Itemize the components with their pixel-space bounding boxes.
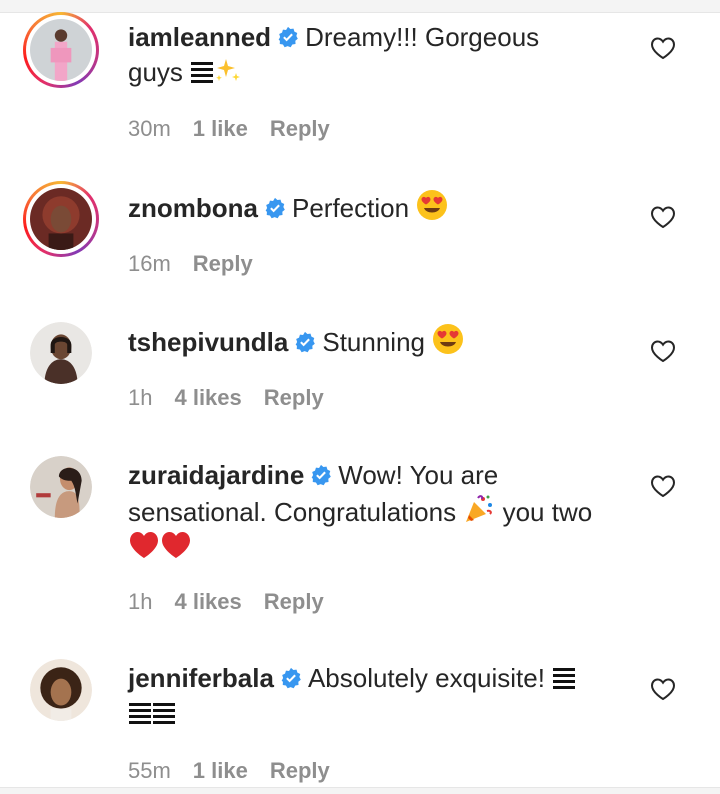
comment-username[interactable]: tshepivundla	[128, 327, 288, 357]
comment-meta: 16m Reply	[128, 251, 275, 277]
comment-time: 55m	[128, 758, 171, 783]
comment-text: tshepivundla Stunning	[128, 323, 598, 360]
red-heart-icon	[162, 532, 190, 558]
verified-badge-icon	[265, 197, 285, 219]
comment-body-continued: you two	[502, 497, 593, 527]
like-heart-icon[interactable]	[650, 474, 676, 498]
verified-badge-icon	[296, 331, 316, 353]
red-heart-icon	[130, 532, 158, 558]
comment-text: zuraidajardine Wow! You are sensational. …	[128, 458, 598, 565]
avatar[interactable]	[30, 659, 92, 721]
like-heart-icon[interactable]	[650, 339, 676, 363]
comment-body: Absolutely exquisite!	[307, 663, 545, 693]
comment-body: Perfection	[292, 193, 410, 223]
comment-username[interactable]: iamleanned	[128, 22, 271, 52]
like-heart-icon[interactable]	[650, 205, 676, 229]
comment-meta: 55m 1 like Reply	[128, 758, 352, 784]
comment-body: Stunning	[322, 327, 426, 357]
bars-icon	[153, 703, 175, 724]
reply-button[interactable]: Reply	[270, 758, 330, 783]
comment-time: 30m	[128, 116, 171, 141]
reply-button[interactable]: Reply	[270, 116, 330, 141]
comment-time: 16m	[128, 251, 171, 276]
bars-icon	[129, 703, 151, 724]
comment-likes[interactable]: 1 like	[193, 116, 248, 141]
comment-time: 1h	[128, 385, 153, 410]
reply-button[interactable]: Reply	[264, 385, 324, 410]
comment-username[interactable]: znombona	[128, 193, 258, 223]
verified-badge-icon	[278, 26, 298, 48]
comment-meta: 1h 4 likes Reply	[128, 589, 346, 615]
comment-likes[interactable]: 1 like	[193, 758, 248, 783]
comment-time: 1h	[128, 589, 153, 614]
avatar[interactable]	[23, 181, 99, 257]
comment-likes[interactable]: 4 likes	[174, 589, 241, 614]
comment-meta: 1h 4 likes Reply	[128, 385, 346, 411]
comment-username[interactable]: jenniferbala	[128, 663, 274, 693]
reply-button[interactable]: Reply	[264, 589, 324, 614]
bars-icon	[191, 62, 214, 83]
comment-meta: 30m 1 like Reply	[128, 116, 352, 142]
verified-badge-icon	[311, 464, 332, 486]
comment-text: znombona Perfection	[128, 189, 598, 226]
comment-username[interactable]: zuraidajardine	[128, 460, 304, 490]
reply-button[interactable]: Reply	[193, 251, 253, 276]
comment-text: iamleanned Dreamy!!! Gorgeous guys	[128, 20, 598, 90]
bottom-divider	[0, 787, 720, 794]
avatar[interactable]	[23, 12, 99, 88]
top-divider	[0, 0, 720, 13]
avatar[interactable]	[30, 456, 92, 518]
avatar[interactable]	[30, 322, 92, 384]
like-heart-icon[interactable]	[650, 677, 676, 701]
comment-likes[interactable]: 4 likes	[174, 385, 241, 410]
sparkles-icon	[216, 59, 241, 81]
comment-text: jenniferbala Absolutely exquisite!	[128, 661, 598, 731]
bars-icon	[553, 668, 576, 689]
heart-eyes-icon	[433, 324, 464, 354]
heart-eyes-icon	[417, 190, 448, 220]
like-heart-icon[interactable]	[650, 36, 676, 60]
verified-badge-icon	[281, 667, 301, 689]
party-popper-icon	[466, 495, 493, 522]
